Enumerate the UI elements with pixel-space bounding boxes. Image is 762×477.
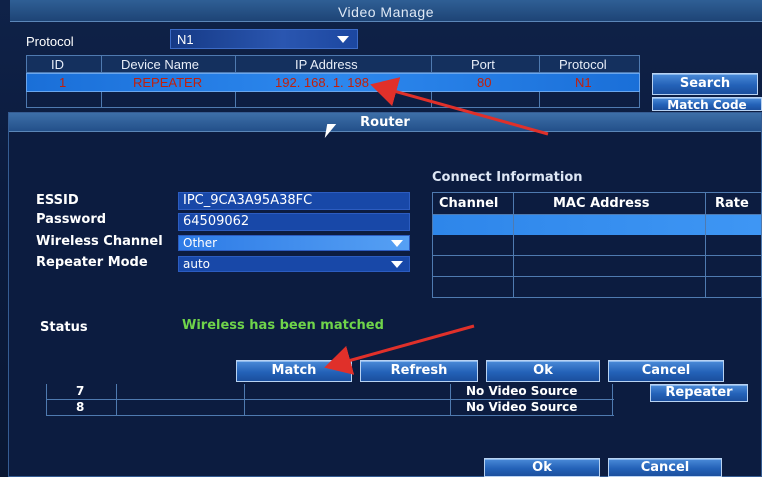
cell-device-name: REPEATER <box>133 75 203 90</box>
cell-ip: 192. 168. 1. 198 <box>275 75 369 90</box>
protocol-select[interactable]: N1 <box>170 29 358 49</box>
device-table-header: ID Device Name IP Address Port Protocol <box>26 55 640 73</box>
password-label: Password <box>36 212 107 227</box>
list-item[interactable]: 7 No Video Source <box>46 384 614 400</box>
essid-field[interactable]: IPC_9CA3A95A38FC <box>178 192 410 210</box>
router-titlebar: Router <box>9 113 761 132</box>
repeater-mode-select[interactable]: auto <box>178 256 410 272</box>
wireless-channel-label: Wireless Channel <box>36 234 163 249</box>
table-row[interactable] <box>26 92 640 108</box>
refresh-button[interactable]: Refresh <box>360 360 478 382</box>
match-code-button[interactable]: Match Code <box>652 97 762 111</box>
col-protocol: Protocol <box>559 57 607 72</box>
chevron-down-icon <box>337 36 349 43</box>
col-device-name: Device Name <box>121 57 200 72</box>
repeater-button[interactable]: Repeater <box>650 384 748 402</box>
col-port: Port <box>471 57 495 72</box>
cell-protocol: N1 <box>575 75 592 90</box>
status-message: Wireless has been matched <box>182 318 384 333</box>
chevron-down-icon <box>391 261 403 268</box>
router-title: Router <box>360 115 410 130</box>
match-button[interactable]: Match <box>236 360 352 382</box>
nvr-screen: Video Manage Protocol N1 ID Device Name … <box>0 0 762 477</box>
essid-label: ESSID <box>36 193 79 208</box>
password-field[interactable]: 64509062 <box>178 213 410 231</box>
cell-port: 80 <box>477 75 492 90</box>
protocol-label: Protocol <box>26 34 74 49</box>
chevron-down-icon <box>391 240 403 247</box>
list-item[interactable]: 8 No Video Source <box>46 400 614 416</box>
channel-number: 8 <box>76 400 85 414</box>
ci-header: Channel MAC Address Rate <box>433 193 761 215</box>
ci-col-channel: Channel <box>439 196 499 211</box>
repeater-mode-label: Repeater Mode <box>36 255 148 270</box>
connect-information-table: Channel MAC Address Rate <box>432 192 762 298</box>
connect-information-title: Connect Information <box>432 170 583 185</box>
col-id: ID <box>51 57 64 72</box>
wireless-channel-value: Other <box>183 236 218 250</box>
col-ip-address: IP Address <box>295 57 358 72</box>
device-table: ID Device Name IP Address Port Protocol … <box>26 55 640 108</box>
video-source: No Video Source <box>466 384 578 398</box>
video-manage-titlebar: Video Manage <box>10 0 762 22</box>
status-label: Status <box>40 320 88 335</box>
search-button[interactable]: Search <box>652 73 758 95</box>
cancel-button[interactable]: Cancel <box>608 360 724 382</box>
ci-col-rate: Rate <box>715 196 749 211</box>
channel-list: 7 No Video Source 8 No Video Source <box>46 384 614 416</box>
channel-number: 7 <box>76 384 85 398</box>
video-manage-title: Video Manage <box>337 4 435 20</box>
ci-col-mac: MAC Address <box>553 196 650 211</box>
cancel-button-secondary[interactable]: Cancel <box>608 458 722 477</box>
video-source: No Video Source <box>466 400 578 414</box>
ok-button-secondary[interactable]: Ok <box>484 458 600 477</box>
wireless-channel-select[interactable]: Other <box>178 235 410 251</box>
cell-id: 1 <box>59 75 67 90</box>
repeater-mode-value: auto <box>183 257 211 271</box>
table-row[interactable] <box>433 215 761 235</box>
ok-button[interactable]: Ok <box>486 360 600 382</box>
protocol-select-value: N1 <box>177 32 194 47</box>
table-row[interactable]: 1 REPEATER 192. 168. 1. 198 80 N1 <box>26 73 640 92</box>
